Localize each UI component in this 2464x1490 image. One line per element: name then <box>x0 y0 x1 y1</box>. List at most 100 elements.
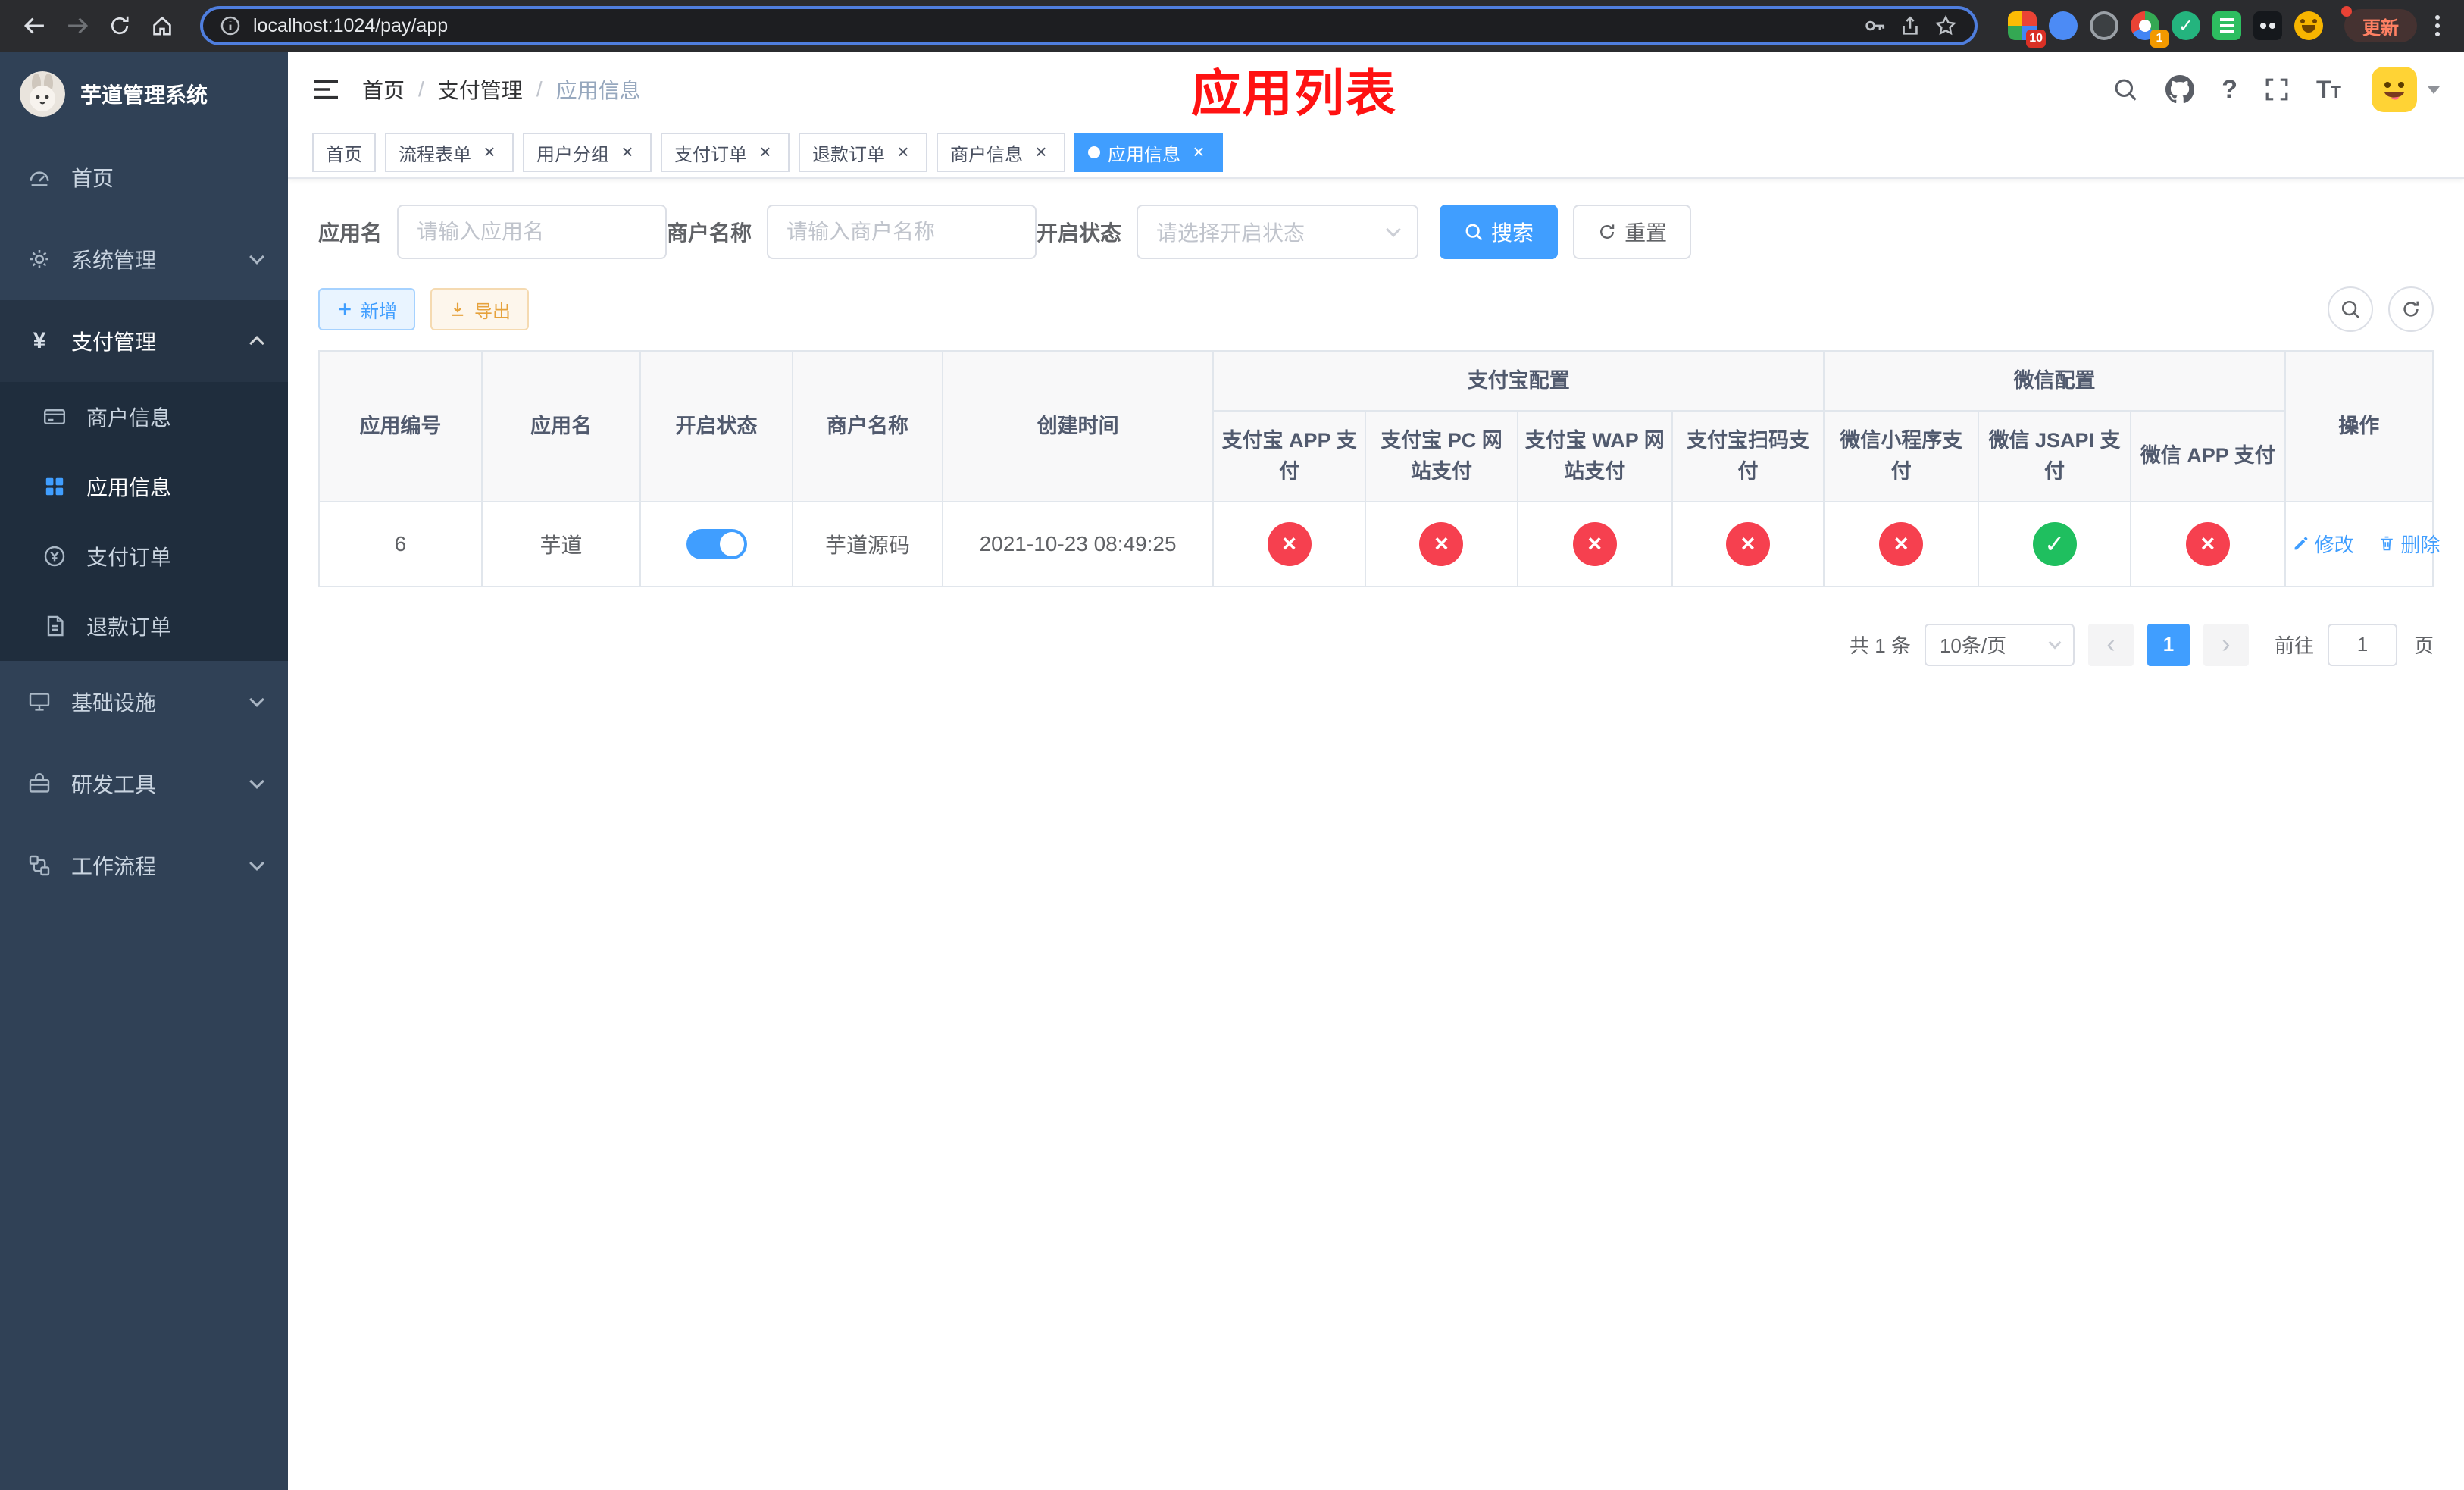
alipay-qr-status-icon <box>1725 521 1770 566</box>
alipay-app-status-icon <box>1267 521 1312 566</box>
extension-dark-icon[interactable] <box>2090 11 2118 40</box>
sidebar-menu: 首页 系统管理 ¥ 支付管理 商户信息 应用信息 支付订单 退款订单 基础设施 … <box>0 136 288 906</box>
card-icon <box>41 405 68 429</box>
breadcrumb-payment[interactable]: 支付管理 <box>438 74 523 105</box>
password-key-icon[interactable] <box>1864 14 1887 37</box>
extension-tampermonkey-icon[interactable] <box>2253 11 2282 40</box>
export-button[interactable]: 导出 <box>430 288 529 330</box>
tag-refund-order[interactable]: 退款订单 × <box>799 133 927 172</box>
sidebar-item-merchant-info[interactable]: 商户信息 <box>0 382 288 452</box>
extension-recorder-icon[interactable]: 1 <box>2131 11 2169 48</box>
tag-app-info[interactable]: 应用信息 × <box>1074 133 1223 172</box>
tag-process-form[interactable]: 流程表单 × <box>385 133 514 172</box>
app-table: 应用编号 应用名 开启状态 商户名称 创建时间 支付宝配置 微信配置 操作 支付… <box>317 349 2440 587</box>
col-app-name: 应用名 <box>480 349 642 502</box>
menu-label: 研发工具 <box>71 773 157 797</box>
sidebar-item-infrastructure[interactable]: 基础设施 <box>0 661 288 743</box>
status-toggle[interactable] <box>686 528 747 559</box>
sidebar-item-pay-order[interactable]: 支付订单 <box>0 521 288 591</box>
help-icon[interactable]: ? <box>2222 75 2237 105</box>
status-select[interactable]: 请选择开启状态 <box>1137 205 1419 259</box>
sidebar: 芋道管理系统 首页 系统管理 ¥ 支付管理 商户信息 应用信息 支付订单 退款订… <box>0 52 288 1490</box>
extension-check-icon[interactable]: ✓ <box>2172 11 2200 40</box>
close-icon[interactable]: × <box>755 142 776 163</box>
sidebar-item-app-info[interactable]: 应用信息 <box>0 452 288 521</box>
tag-merchant-info[interactable]: 商户信息 × <box>937 133 1065 172</box>
wechat-jsapi-status-icon <box>2032 521 2077 566</box>
edit-button[interactable]: 修改 <box>2292 530 2354 558</box>
goto-page-input[interactable] <box>2327 623 2397 666</box>
toggle-search-button[interactable] <box>2328 286 2373 332</box>
col-alipay-app: 支付宝 APP 支付 <box>1212 409 1367 502</box>
address-bar[interactable]: localhost:1024/pay/app <box>200 6 1978 45</box>
extension-badge: 1 <box>2150 30 2169 48</box>
sidebar-item-system[interactable]: 系统管理 <box>0 218 288 300</box>
close-icon[interactable]: × <box>1188 142 1209 163</box>
extension-face-icon[interactable] <box>2294 11 2323 40</box>
search-icon[interactable] <box>2112 77 2138 102</box>
refresh-button[interactable] <box>2388 286 2434 332</box>
forward-button[interactable] <box>58 6 97 45</box>
sidebar-item-refund-order[interactable]: 退款订单 <box>0 591 288 661</box>
tag-home[interactable]: 首页 <box>312 133 376 172</box>
page-number-1[interactable]: 1 <box>2147 623 2190 666</box>
sidebar-item-payment[interactable]: ¥ 支付管理 <box>0 300 288 382</box>
menu-label: 支付管理 <box>71 330 157 354</box>
extension-note-icon[interactable] <box>2212 11 2241 40</box>
cell-app-id: 6 <box>317 500 483 587</box>
goto-label: 前往 <box>2274 634 2314 657</box>
site-info-icon[interactable] <box>220 15 241 36</box>
merchant-name-input[interactable] <box>767 205 1037 259</box>
browser-menu-button[interactable] <box>2426 15 2449 36</box>
next-page-button[interactable]: › <box>2203 623 2249 666</box>
col-alipay-qr: 支付宝扫码支付 <box>1671 409 1825 502</box>
font-size-icon[interactable]: TT <box>2316 76 2341 104</box>
browser-update-button[interactable]: 更新 <box>2341 6 2417 42</box>
sidebar-item-devtools[interactable]: 研发工具 <box>0 743 288 825</box>
sidebar-toggle-icon[interactable] <box>312 77 339 102</box>
menu-label: 基础设施 <box>71 691 157 715</box>
back-button[interactable] <box>15 6 55 45</box>
col-alipay-pc: 支付宝 PC 网站支付 <box>1365 409 1518 502</box>
page-size-select[interactable]: 10条/页 <box>1924 623 2075 666</box>
avatar <box>2372 67 2417 112</box>
user-menu[interactable] <box>2372 67 2440 112</box>
fullscreen-icon[interactable] <box>2265 77 2289 102</box>
breadcrumb-separator: / <box>418 77 424 101</box>
prev-page-button[interactable]: ‹ <box>2087 623 2134 666</box>
col-wx-app: 微信 APP 支付 <box>2129 409 2286 502</box>
workflow-icon <box>26 853 53 878</box>
share-icon[interactable] <box>1899 14 1921 37</box>
chevron-down-icon <box>2048 636 2062 649</box>
menu-label: 工作流程 <box>71 855 157 878</box>
close-icon[interactable]: × <box>617 142 638 163</box>
extension-blue-icon[interactable] <box>2049 11 2078 40</box>
close-icon[interactable]: × <box>1030 142 1052 163</box>
chevron-down-icon <box>1386 222 1401 237</box>
tag-pay-order[interactable]: 支付订单 × <box>661 133 790 172</box>
delete-button[interactable]: 删除 <box>2378 530 2440 558</box>
navbar-actions: ? TT <box>2112 67 2440 112</box>
breadcrumb-home[interactable]: 首页 <box>362 74 405 105</box>
search-button[interactable]: 搜索 <box>1440 205 1559 259</box>
app-name-input[interactable] <box>397 205 668 259</box>
home-button[interactable] <box>142 6 182 45</box>
close-icon[interactable]: × <box>479 142 500 163</box>
github-icon[interactable] <box>2165 75 2195 104</box>
bookmark-star-icon[interactable] <box>1934 14 1958 38</box>
close-icon[interactable]: × <box>893 142 914 163</box>
menu-label: 系统管理 <box>71 249 157 272</box>
tag-user-group[interactable]: 用户分组 × <box>523 133 652 172</box>
reset-button[interactable]: 重置 <box>1573 205 1692 259</box>
add-button[interactable]: 新增 <box>318 288 415 330</box>
grid-icon <box>41 474 68 499</box>
sidebar-item-workflow[interactable]: 工作流程 <box>0 825 288 906</box>
extension-grid-icon[interactable]: 10 <box>2008 11 2046 48</box>
sidebar-item-home[interactable]: 首页 <box>0 136 288 218</box>
wechat-app-status-icon <box>2185 521 2230 566</box>
chevron-down-icon <box>249 774 264 789</box>
reload-button[interactable] <box>100 6 139 45</box>
app-logo: 芋道管理系统 <box>0 52 288 136</box>
menu-label: 应用信息 <box>86 476 172 499</box>
url-text: localhost:1024/pay/app <box>253 14 449 36</box>
